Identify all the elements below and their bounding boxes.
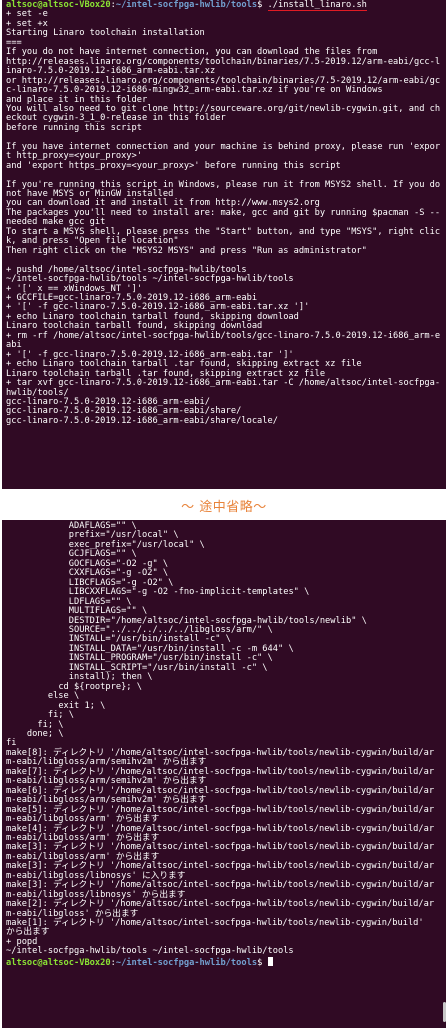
terminal-scrollbar[interactable] xyxy=(443,526,446,1022)
terminal-line: The packages you'll need to install are:… xyxy=(6,207,441,228)
terminal-line: fi; \ xyxy=(6,719,64,730)
terminal-line: Then right click on the "MSYS2 MSYS" and… xyxy=(6,245,367,256)
omission-separator: ～ 途中省略～ xyxy=(181,499,267,515)
terminal-line: and 'export https_proxy=<your_proxy>' be… xyxy=(6,160,341,171)
terminal-line: make[3]: ディレクトリ '/home/altsoc/intel-socf… xyxy=(6,880,435,900)
terminal-line: make[2]: ディレクトリ '/home/altsoc/intel-socf… xyxy=(6,899,435,919)
terminal-line: If you have internet connection and your… xyxy=(6,141,441,162)
terminal-line: make[8]: ディレクトリ '/home/altsoc/intel-socf… xyxy=(6,747,435,768)
terminal-line: http://releases.linaro.org/components/to… xyxy=(6,56,441,77)
scrollbar-thumb[interactable] xyxy=(443,1002,446,1022)
terminal-line: You will also need to git clone http://s… xyxy=(6,103,441,124)
terminal-line: make[6]: ディレクトリ '/home/altsoc/intel-socf… xyxy=(6,785,435,806)
prompt-symbol-final: $ xyxy=(257,957,268,968)
cursor xyxy=(267,956,273,966)
terminal-output-top: + set -e + set +x Starting Linaro toolchai… xyxy=(6,9,446,426)
prompt-path-final: ~/intel-socfpga-hwlib/tools xyxy=(115,957,258,968)
terminal-line: make[3]: ディレクトリ '/home/altsoc/intel-socf… xyxy=(6,861,435,881)
prompt-line-final: altsoc@altsoc-VBox20:~/intel-socfpga-hwl… xyxy=(6,956,436,968)
terminal-line: gcc-linaro-7.5.0-2019.12-i686_arm-eabi/s… xyxy=(6,415,278,426)
terminal-line: make[3]: ディレクトリ '/home/altsoc/intel-socf… xyxy=(6,842,435,862)
terminal-line: + rm -rf /home/altsoc/intel-socfpga-hwli… xyxy=(6,330,441,351)
terminal-line: make[1]: ディレクトリ '/home/altsoc/intel-socf… xyxy=(6,918,429,938)
terminal-line: + tar xvf gcc-linaro-7.5.0-2019.12-i686_… xyxy=(6,378,441,398)
terminal-top-pane[interactable]: altsoc@altsoc-VBox20:~/intel-socfpga-hwl… xyxy=(2,0,446,489)
command-text: ./install_linaro.sh xyxy=(267,0,367,11)
terminal-line: or http://releases.linaro.org/components… xyxy=(6,75,441,96)
terminal-line: make[4]: ディレクトリ '/home/altsoc/intel-socf… xyxy=(6,823,435,843)
terminal-line: before running this script xyxy=(6,122,142,133)
terminal-line: To start a MSYS shell, please press the … xyxy=(6,226,441,247)
terminal-line: ~/intel-socfpga-hwlib/tools ~/intel-socf… xyxy=(6,946,294,957)
terminal-line: make[5]: ディレクトリ '/home/altsoc/intel-socf… xyxy=(6,804,435,825)
terminal-line: done; \ xyxy=(6,728,64,739)
terminal-bottom-pane[interactable]: ADAFLAGS="" \ prefix="/usr/local" \ exec… xyxy=(2,520,446,1028)
prompt-path: ~/intel-socfpga-hwlib/tools xyxy=(115,0,258,10)
terminal-line: fi; \ xyxy=(6,710,74,721)
prompt-user-host-final: altsoc@altsoc-VBox20 xyxy=(6,957,111,968)
prompt-line: altsoc@altsoc-VBox20:~/intel-socfpga-hwl… xyxy=(6,0,367,11)
prompt-symbol: $ xyxy=(257,0,268,10)
terminal-line: If you're running this script in Windows… xyxy=(6,179,446,200)
terminal-line: Starting Linaro toolchain installation xyxy=(6,28,205,39)
terminal-output-bottom: ADAFLAGS="" \ prefix="/usr/local" \ exec… xyxy=(6,521,436,957)
terminal-line: + set -e xyxy=(6,9,48,20)
terminal-line: make[7]: ディレクトリ '/home/altsoc/intel-socf… xyxy=(6,766,435,787)
